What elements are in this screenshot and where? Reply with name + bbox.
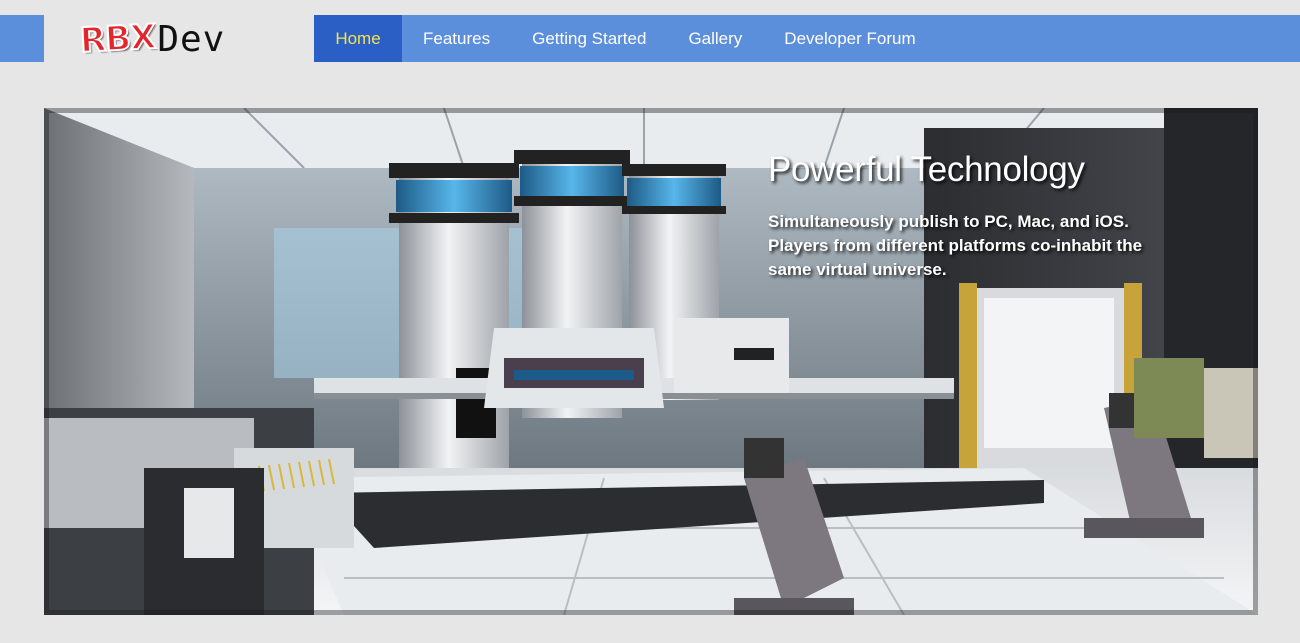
rbxdev-logo[interactable]: RBX Dev — [78, 16, 226, 62]
hero-caption: Powerful Technology Simultaneously publi… — [768, 150, 1188, 282]
hero-banner[interactable]: Powerful Technology Simultaneously publi… — [44, 108, 1258, 615]
main-nav: Home Features Getting Started Gallery De… — [314, 15, 1300, 62]
nav-home[interactable]: Home — [314, 15, 402, 62]
nav-developer-forum[interactable]: Developer Forum — [763, 15, 936, 62]
nav-features[interactable]: Features — [402, 15, 511, 62]
logo-rbx-text: RBX — [78, 16, 157, 62]
hero-title: Powerful Technology — [768, 150, 1085, 189]
hero-description: Simultaneously publish to PC, Mac, and i… — [768, 212, 1143, 279]
logo-dev-text: Dev — [157, 18, 226, 60]
nav-getting-started[interactable]: Getting Started — [511, 15, 667, 62]
nav-strip-left — [0, 15, 44, 62]
nav-gallery[interactable]: Gallery — [667, 15, 763, 62]
